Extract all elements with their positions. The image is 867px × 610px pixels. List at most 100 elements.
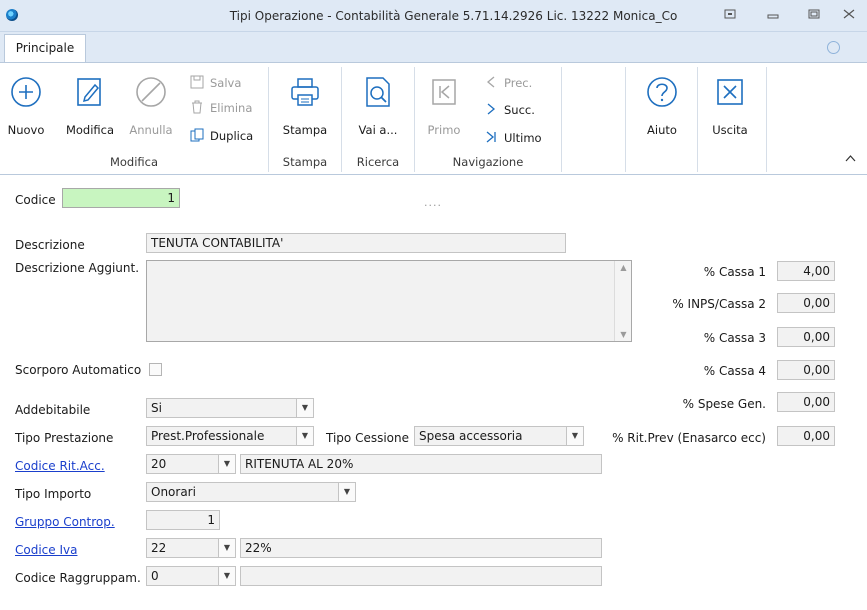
duplica-button[interactable]: Duplica	[190, 127, 253, 145]
ultimo-button[interactable]: Ultimo	[484, 129, 542, 147]
gruppo-controp-link[interactable]: Gruppo Controp.	[15, 515, 115, 529]
minimize-icon[interactable]	[760, 6, 786, 26]
tipo-prestazione-select[interactable]: Prest.Professionale ▼	[146, 426, 314, 446]
document-search-icon	[361, 75, 395, 109]
aiuto-label: Aiuto	[647, 123, 677, 137]
prec-label: Prec.	[504, 76, 533, 90]
last-record-icon	[484, 130, 499, 144]
tipo-cessione-select[interactable]: Spesa accessoria ▼	[414, 426, 584, 446]
vai-a-button[interactable]: Vai a...	[352, 75, 404, 137]
chevron-down-icon[interactable]: ▼	[296, 427, 313, 445]
codice-iva-select[interactable]: 22 ▼	[146, 538, 236, 558]
scorporo-label: Scorporo Automatico	[15, 363, 142, 377]
ribbon: Nuovo Modifica Annulla Salva Elimina Dup…	[0, 62, 867, 175]
chevron-down-icon[interactable]: ▼	[218, 455, 235, 473]
trash-icon	[190, 100, 205, 114]
codice-rit-select[interactable]: 20 ▼	[146, 454, 236, 474]
primo-label: Primo	[427, 123, 461, 137]
succ-label: Succ.	[504, 103, 535, 117]
group-modifica-label: Modifica	[109, 155, 159, 169]
help-circle-icon[interactable]	[827, 41, 840, 54]
spese-label: % Spese Gen.	[682, 397, 766, 411]
elimina-button[interactable]: Elimina	[190, 99, 252, 117]
tipo-cessione-value: Spesa accessoria	[419, 429, 523, 443]
ultimo-label: Ultimo	[504, 131, 542, 145]
annulla-label: Annulla	[129, 123, 173, 137]
cassa4-field[interactable]: 0,00	[777, 360, 835, 380]
spese-field[interactable]: 0,00	[777, 392, 835, 412]
codice-rit-link[interactable]: Codice Rit.Acc.	[15, 459, 105, 473]
cassa3-label: % Cassa 3	[703, 331, 766, 345]
maximize-icon[interactable]	[801, 6, 827, 26]
modifica-button[interactable]: Modifica	[62, 75, 118, 137]
chevron-down-icon[interactable]: ▼	[338, 483, 355, 501]
addebitabile-value: Si	[151, 401, 162, 415]
collapse-ribbon-icon[interactable]	[845, 152, 856, 165]
scorporo-checkbox[interactable]	[149, 363, 162, 376]
restore-icon[interactable]	[717, 6, 743, 26]
group-divider	[697, 67, 698, 172]
group-divider	[561, 67, 562, 172]
chevron-down-icon[interactable]: ▼	[296, 399, 313, 417]
codice-iva-value: 22	[151, 541, 167, 555]
vai-a-label: Vai a...	[358, 123, 398, 137]
chevron-down-icon[interactable]: ▼	[218, 539, 235, 557]
primo-button[interactable]: Primo	[424, 75, 464, 137]
group-ricerca-label: Ricerca	[356, 155, 400, 169]
tipo-importo-label: Tipo Importo	[15, 487, 92, 501]
group-navigazione-label: Navigazione	[452, 155, 524, 169]
chevron-down-icon[interactable]: ▼	[218, 567, 235, 585]
cassa3-field[interactable]: 0,00	[777, 327, 835, 347]
group-stampa-label: Stampa	[282, 155, 328, 169]
duplica-label: Duplica	[210, 129, 254, 143]
title-bar: Tipi Operazione - Contabilità Generale 5…	[0, 0, 867, 32]
edit-pencil-icon	[73, 75, 107, 109]
elimina-label: Elimina	[210, 101, 253, 115]
addebitabile-select[interactable]: Si ▼	[146, 398, 314, 418]
printer-icon	[288, 75, 322, 109]
aiuto-button[interactable]: Aiuto	[640, 75, 684, 137]
cancel-circle-icon	[134, 75, 168, 109]
save-icon	[190, 75, 205, 89]
succ-button[interactable]: Succ.	[484, 101, 535, 119]
codice-raggr-label: Codice Raggruppam.	[15, 571, 141, 585]
codice-iva-link[interactable]: Codice Iva	[15, 543, 77, 557]
gruppo-controp-field[interactable]: 1	[146, 510, 220, 530]
prec-button[interactable]: Prec.	[484, 74, 532, 92]
next-icon	[484, 102, 499, 116]
help-icon	[645, 75, 679, 109]
tipo-cessione-label: Tipo Cessione	[326, 431, 409, 445]
tipo-prestazione-value: Prest.Professionale	[151, 429, 265, 443]
uscita-button[interactable]: Uscita	[704, 75, 756, 137]
codice-iva-desc: 22%	[240, 538, 602, 558]
salva-button[interactable]: Salva	[190, 74, 241, 92]
codice-raggr-select[interactable]: 0 ▼	[146, 566, 236, 586]
uscita-label: Uscita	[712, 123, 748, 137]
splitter-grip[interactable]: ....	[424, 196, 442, 209]
stampa-button[interactable]: Stampa	[279, 75, 331, 137]
cassa4-label: % Cassa 4	[703, 364, 766, 378]
ritprev-field[interactable]: 0,00	[777, 426, 835, 446]
close-icon[interactable]	[836, 6, 862, 26]
codice-field[interactable]: 1	[62, 188, 180, 208]
stampa-label: Stampa	[282, 123, 328, 137]
tipo-prestazione-label: Tipo Prestazione	[15, 431, 114, 445]
cassa1-label: % Cassa 1	[703, 265, 766, 279]
descrizione-field[interactable]: TENUTA CONTABILITA'	[146, 233, 566, 253]
descrizione-label: Descrizione	[15, 238, 85, 252]
form-panel: Codice 1 .... Descrizione TENUTA CONTABI…	[0, 176, 867, 610]
tipo-importo-value: Onorari	[151, 485, 196, 499]
tipo-importo-select[interactable]: Onorari ▼	[146, 482, 356, 502]
cassa1-field[interactable]: 4,00	[777, 261, 835, 281]
group-divider	[625, 67, 626, 172]
previous-icon	[484, 75, 499, 89]
ribbon-tab-bar: Principale	[0, 32, 867, 62]
nuovo-label: Nuovo	[7, 123, 45, 137]
addebitabile-label: Addebitabile	[15, 403, 91, 417]
codice-label: Codice	[15, 193, 56, 207]
first-record-icon	[427, 75, 461, 109]
annulla-button[interactable]: Annulla	[127, 75, 175, 137]
tab-principale[interactable]: Principale	[4, 34, 86, 62]
inps-field[interactable]: 0,00	[777, 293, 835, 313]
nuovo-button[interactable]: Nuovo	[6, 75, 46, 137]
